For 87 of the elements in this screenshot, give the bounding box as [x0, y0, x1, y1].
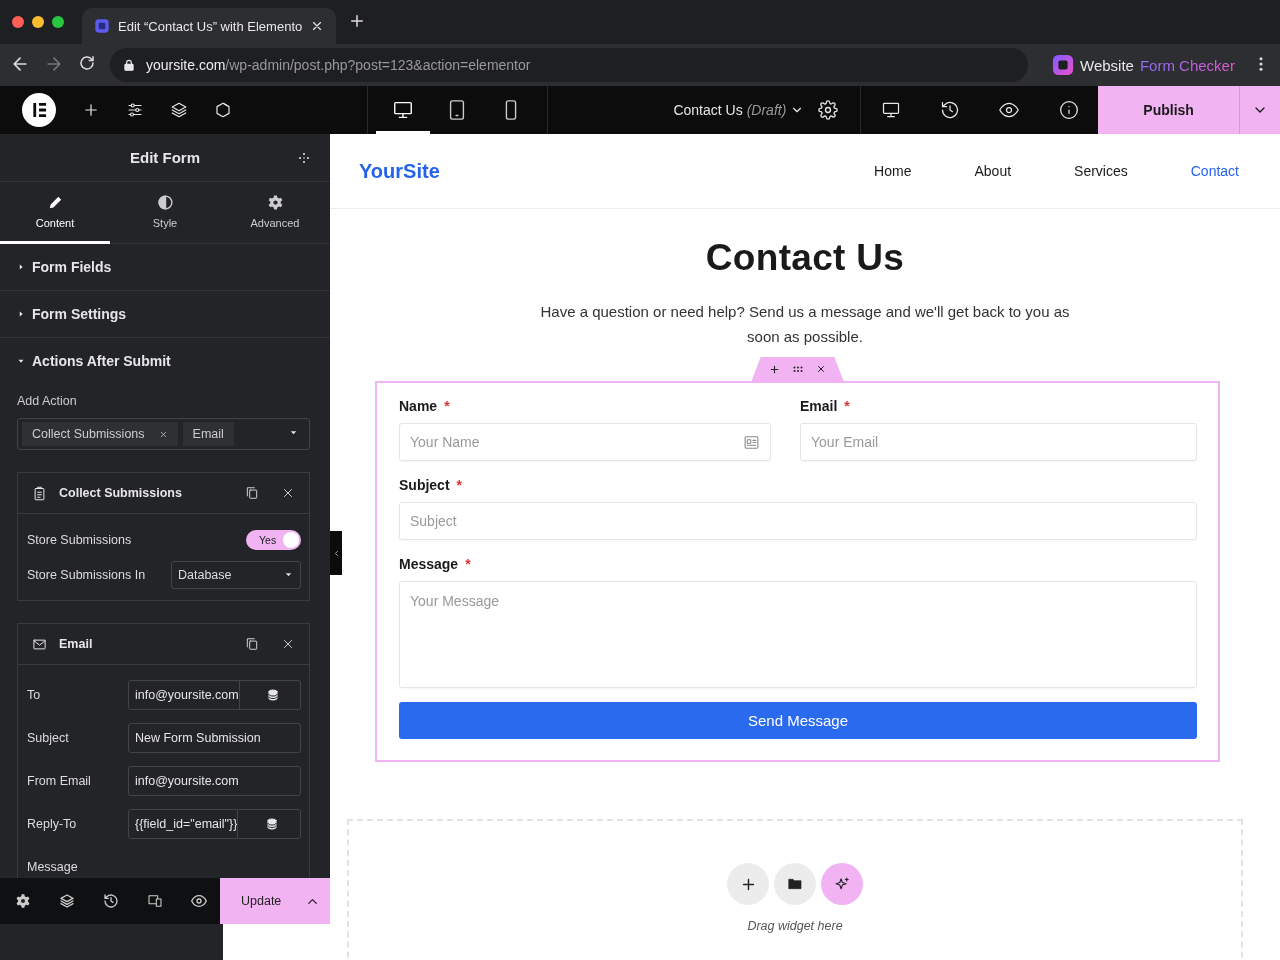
- input-field[interactable]: {{field_id="email"}}: [128, 808, 301, 839]
- field-label: Message *: [399, 556, 472, 574]
- history-icon[interactable]: [103, 893, 119, 909]
- action-tag: Collect Submissions: [22, 422, 178, 446]
- page-heading: Contact Us: [704, 237, 906, 279]
- update-button[interactable]: Update: [220, 878, 330, 924]
- preview-icon[interactable]: [191, 893, 207, 909]
- browser-tab[interactable]: Edit “Contact Us” with Elemento: [82, 8, 337, 44]
- square-icon: [94, 18, 110, 34]
- ai-button[interactable]: [821, 863, 863, 905]
- send-button[interactable]: Send Message: [399, 702, 1197, 739]
- input-field[interactable]: info@yoursite.com: [128, 679, 301, 710]
- field-label: Email *: [800, 398, 851, 416]
- settings-icon[interactable]: [15, 893, 31, 909]
- field-label: Name *: [399, 398, 451, 416]
- settings-icon[interactable]: [818, 100, 839, 120]
- database-icon[interactable]: [266, 688, 279, 701]
- input-field[interactable]: New Form Submission: [128, 722, 301, 753]
- hexagon-icon[interactable]: [214, 101, 232, 119]
- extension-button[interactable]: Website Form Checker: [1052, 54, 1235, 76]
- nav-link[interactable]: Home: [811, 163, 912, 179]
- field-label: Store Submissions: [27, 532, 132, 547]
- panel-tab[interactable]: Advanced: [220, 182, 330, 244]
- envelope-icon: [32, 636, 47, 652]
- field-label: Add Action: [16, 393, 78, 410]
- remove-icon[interactable]: [158, 429, 168, 439]
- nav-link[interactable]: About: [911, 163, 1012, 179]
- select-field[interactable]: Database: [171, 560, 301, 589]
- settings-sliders-icon[interactable]: [126, 101, 144, 119]
- database-icon[interactable]: [266, 817, 279, 830]
- duplicate-icon[interactable]: [245, 486, 259, 500]
- tab-title: Edit “Contact Us” with Elemento: [118, 18, 303, 34]
- intro-text: Have a question or need help? Send us a message and we'll get back to you as soon as possible.: [539, 302, 1071, 347]
- field-label: Subject *: [399, 477, 464, 495]
- desktop-icon[interactable]: [880, 100, 901, 120]
- url-text: yoursite.com/wp-admin/post.php?post=123&action=elementor: [146, 57, 531, 73]
- drop-hint: Drag widget here: [747, 919, 843, 933]
- reload-icon[interactable]: [78, 53, 96, 72]
- layers-icon[interactable]: [170, 101, 188, 119]
- card-title: Collect Submissions: [59, 486, 182, 500]
- contrast-icon: [156, 194, 174, 211]
- form-widget[interactable]: Name * Your Name Email * Your Email Subject * Subject Message * Your Message Send Message: [375, 381, 1220, 762]
- panel-tab[interactable]: Style: [110, 182, 220, 244]
- preview-icon[interactable]: [999, 100, 1020, 120]
- close-icon[interactable]: [816, 364, 826, 374]
- site-logo[interactable]: YourSite: [359, 159, 440, 183]
- close-icon[interactable]: [281, 637, 295, 651]
- field-label: Message: [27, 859, 78, 874]
- desktop-icon: [392, 99, 415, 121]
- nav-link[interactable]: Contact: [1127, 163, 1239, 179]
- lock-icon: [122, 58, 136, 72]
- close-icon[interactable]: [281, 486, 295, 500]
- history-icon[interactable]: [940, 100, 961, 120]
- address-bar[interactable]: yoursite.com/wp-admin/post.php?post=123&action=elementor: [110, 48, 1028, 82]
- section-header[interactable]: Actions After Submit: [0, 338, 330, 384]
- layers-icon[interactable]: [59, 893, 75, 909]
- action-select[interactable]: Collect Submissions Email: [17, 418, 310, 450]
- close-window-button[interactable]: [12, 16, 24, 28]
- square-icon: [1052, 54, 1074, 76]
- toggle-switch[interactable]: Yes: [246, 529, 301, 550]
- clipboard-icon: [32, 485, 47, 501]
- minimize-window-button[interactable]: [32, 16, 44, 28]
- duplicate-icon[interactable]: [245, 637, 259, 651]
- responsive-icon[interactable]: [147, 893, 163, 909]
- page-title-dropdown[interactable]: Contact Us (Draft): [673, 102, 805, 118]
- action-tag: Email: [182, 422, 234, 446]
- contact-card-icon[interactable]: [743, 433, 760, 451]
- add-icon[interactable]: [82, 101, 100, 119]
- field-label: Subject: [27, 730, 69, 745]
- elementor-logo[interactable]: [22, 93, 56, 127]
- maximize-window-button[interactable]: [52, 16, 64, 28]
- move-icon[interactable]: [298, 151, 310, 164]
- field-label: Store Submissions In: [27, 567, 146, 582]
- panel-tab[interactable]: Content: [0, 182, 110, 244]
- input-field[interactable]: info@yoursite.com: [128, 765, 301, 796]
- publish-button[interactable]: Publish: [1098, 86, 1241, 134]
- field-label: From Email: [27, 773, 91, 788]
- folder-icon: [787, 876, 803, 892]
- add-icon[interactable]: [769, 363, 780, 375]
- nav-link[interactable]: Services: [1011, 163, 1128, 179]
- template-button[interactable]: [774, 863, 816, 905]
- card-title: Email: [59, 637, 93, 651]
- field-label: To: [27, 687, 41, 702]
- field-label: Reply-To: [27, 816, 77, 831]
- info-icon[interactable]: [1058, 100, 1079, 120]
- gear-icon: [266, 194, 284, 211]
- panel-title: Edit Form: [130, 149, 200, 166]
